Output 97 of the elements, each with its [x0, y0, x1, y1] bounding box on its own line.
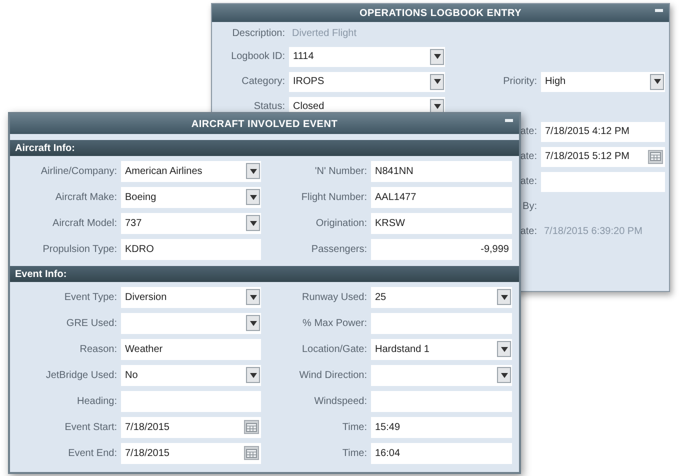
calendar-button[interactable]: [244, 420, 259, 434]
input-field[interactable]: [121, 390, 261, 412]
dropdown-field[interactable]: No: [121, 364, 261, 386]
dropdown-button[interactable]: [246, 289, 260, 305]
value-text: Diverted Flight: [291, 26, 358, 40]
field-label: Time:: [341, 420, 368, 434]
caret-icon: [250, 168, 256, 174]
dropdown-field[interactable]: Boeing: [121, 186, 261, 208]
window-title: OPERATIONS LOGBOOK ENTRY: [359, 6, 522, 20]
dropdown-field[interactable]: [371, 364, 512, 386]
caret-icon: [250, 220, 256, 226]
input-field[interactable]: KRSW: [371, 212, 512, 234]
field-label: Reason:: [78, 342, 118, 356]
section-title: Event Info:: [15, 268, 67, 282]
caret-icon: [250, 194, 256, 200]
dropdown-button[interactable]: [246, 215, 260, 231]
caret-icon: [500, 346, 508, 352]
field-label: Description:: [231, 26, 286, 40]
dropdown-button[interactable]: [497, 367, 511, 383]
field-label: Category:: [240, 75, 286, 89]
field-label: Event Type:: [63, 290, 118, 304]
input-field[interactable]: 16:04: [371, 442, 512, 464]
dropdown-button[interactable]: [246, 367, 260, 383]
dropdown-field[interactable]: 25: [371, 286, 512, 308]
caret-icon: [434, 54, 440, 59]
dropdown-field[interactable]: 1114: [289, 46, 445, 66]
caret-icon: [250, 372, 256, 378]
dropdown-button[interactable]: [430, 48, 444, 64]
input-field[interactable]: Weather: [121, 338, 261, 360]
caret-icon: [500, 294, 508, 300]
field-label: Time:: [341, 446, 368, 460]
dropdown-button[interactable]: [650, 74, 664, 90]
field-label: Passengers:: [310, 242, 368, 256]
field-label: % Max Power:: [302, 316, 368, 330]
caret-icon: [500, 372, 508, 378]
date-field[interactable]: 7/18/2015 5:12 PM: [541, 146, 665, 166]
field-label: Priority:: [502, 75, 538, 89]
dropdown-button[interactable]: [497, 341, 511, 357]
calendar-icon: [246, 448, 257, 458]
caret-icon: [654, 79, 660, 84]
dropdown-button[interactable]: [497, 289, 511, 305]
field-label: Aircraft Model:: [52, 216, 118, 230]
dropdown-field[interactable]: Diversion: [121, 286, 261, 308]
dropdown-field[interactable]: [121, 312, 261, 334]
field-label: Wind Direction:: [298, 368, 368, 382]
field-label: 'N' Number:: [314, 164, 368, 178]
field-label: ate:: [519, 225, 538, 239]
input-field[interactable]: [371, 390, 512, 412]
input-field[interactable]: AAL1477: [371, 186, 512, 208]
input-field[interactable]: [371, 312, 512, 334]
field-label: ate:: [519, 150, 538, 164]
dropdown-field[interactable]: High: [541, 72, 665, 92]
window-title: AIRCRAFT INVOLVED EVENT: [191, 118, 338, 132]
dropdown-button[interactable]: [246, 189, 260, 205]
input-field[interactable]: 15:49: [371, 416, 512, 438]
field-label: Event End:: [67, 446, 118, 460]
field-label: By:: [522, 200, 538, 214]
date-field[interactable]: 7/18/2015: [121, 416, 261, 438]
caret-icon: [434, 104, 440, 109]
field-label: Status:: [252, 100, 286, 114]
dropdown-field[interactable]: American Airlines: [121, 160, 261, 182]
input-field[interactable]: N841NN: [371, 160, 512, 182]
field-label: Heading:: [76, 394, 118, 408]
dropdown-field[interactable]: 737: [121, 212, 261, 234]
input-field[interactable]: [541, 172, 665, 192]
field-label: Propulsion Type:: [42, 242, 118, 256]
field-label: Event Start:: [64, 420, 118, 434]
field-label: Flight Number:: [300, 190, 368, 204]
caret-icon: [250, 320, 256, 326]
value-text: 7/18/2015 6:39:20 PM: [543, 225, 644, 239]
dropdown-button[interactable]: [246, 163, 260, 179]
field-label: Logbook ID:: [230, 50, 286, 64]
date-field[interactable]: 7/18/2015: [121, 442, 261, 464]
field-label: GRE Used:: [65, 316, 118, 330]
dropdown-field[interactable]: IROPS: [289, 72, 445, 92]
field-label: Aircraft Make:: [54, 190, 118, 204]
caret-icon: [250, 294, 256, 300]
field-label: Windspeed:: [313, 394, 368, 408]
input-field[interactable]: 7/18/2015 4:12 PM: [541, 122, 665, 142]
input-field[interactable]: KDRO: [121, 238, 261, 260]
field-label: Airline/Company:: [40, 164, 118, 178]
caret-icon: [434, 79, 440, 84]
calendar-icon: [246, 422, 257, 432]
field-label: Location/Gate:: [300, 342, 368, 356]
dropdown-button[interactable]: [246, 315, 260, 331]
dropdown-field[interactable]: Hardstand 1: [371, 338, 512, 360]
calendar-icon: [650, 152, 661, 161]
calendar-button[interactable]: [648, 150, 663, 164]
calendar-button[interactable]: [244, 446, 259, 460]
input-field[interactable]: -9,999: [371, 238, 512, 260]
field-label: Origination:: [314, 216, 368, 230]
dropdown-button[interactable]: [430, 74, 444, 90]
field-label: ate:: [519, 125, 538, 139]
field-label: Runway Used:: [300, 290, 368, 304]
field-label: ate:: [519, 175, 538, 189]
field-label: JetBridge Used:: [44, 368, 118, 382]
section-title: Aircraft Info:: [15, 142, 75, 156]
